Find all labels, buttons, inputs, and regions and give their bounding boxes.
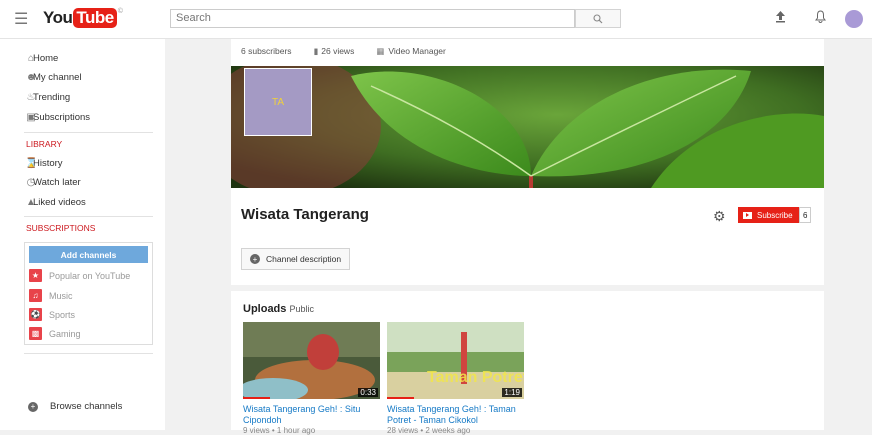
uploads-title: Uploads <box>243 303 287 315</box>
sidebar-item-history[interactable]: ⌛ History <box>25 155 63 171</box>
svg-text:Taman Potret: Taman Potret <box>427 369 524 386</box>
leaf-banner-image <box>231 66 824 188</box>
subscription-label: Gaming <box>49 328 81 339</box>
subscription-label: Popular on YouTube <box>49 270 131 281</box>
browse-channels-link[interactable]: + Browse channels <box>28 401 123 412</box>
video-meta: 28 views • 2 weeks ago <box>387 426 471 435</box>
subscriber-stat: 6 subscribers <box>241 46 292 56</box>
channel-description-button[interactable]: + Channel description <box>241 248 351 270</box>
thumbs-up-icon: ▲ <box>26 196 36 208</box>
views-stat: ▮ 26 views <box>314 46 355 57</box>
video-manager-label: Video Manager <box>388 46 446 56</box>
subscribe-label: Subscribe <box>757 210 793 220</box>
subscriptions-section-title: SUBSCRIPTIONS <box>26 223 96 233</box>
subscribe-button[interactable]: Subscribe <box>738 207 800 223</box>
home-icon: ⌂ <box>27 52 35 64</box>
ball-icon: ⚽ <box>29 308 42 321</box>
sidebar-item-watch-later[interactable]: ◷ Watch later <box>27 174 81 190</box>
search-icon <box>593 13 603 23</box>
video-title[interactable]: Wisata Tangerang Geh! : Situ Cipondoh <box>243 404 380 426</box>
sidebar-item-label: My channel <box>33 71 82 83</box>
account-avatar[interactable] <box>845 10 863 28</box>
top-bar: ☰ You Tube © Search <box>0 0 872 39</box>
sidebar-item-label: Watch later <box>33 176 81 188</box>
music-note-icon: ♫ <box>29 289 42 302</box>
video-thumbnail[interactable]: Taman Potret 1:19 <box>387 322 524 399</box>
video-meta: 9 views • 1 hour ago <box>243 426 316 435</box>
sidebar-divider <box>24 353 153 354</box>
sidebar-divider <box>24 216 153 217</box>
channel-banner: TA <box>231 66 824 188</box>
sidebar-item-label: Liked videos <box>33 196 86 208</box>
upload-icon[interactable] <box>775 11 786 26</box>
menu-icon[interactable]: ☰ <box>14 9 28 29</box>
watch-progress-bar <box>243 397 271 399</box>
uploads-heading: Uploads Public <box>243 303 314 315</box>
channel-avatar-text: TA <box>271 96 285 108</box>
library-section-title: LIBRARY <box>26 139 63 149</box>
video-duration: 1:19 <box>502 388 522 397</box>
browse-channels-label: Browse channels <box>50 401 123 412</box>
sidebar-item-label: History <box>33 157 63 169</box>
guide-sidebar: ⌂ Home ☻ My channel ♨ Trending ▣ Subscri… <box>0 39 165 430</box>
channel-avatar[interactable]: TA <box>244 68 312 136</box>
video-card[interactable]: Taman Potret 1:19 Wisata Tangerang Geh! … <box>387 322 524 435</box>
flame-icon: ♨ <box>26 91 36 103</box>
video-thumbnail[interactable]: 0:33 <box>243 322 380 399</box>
sidebar-item-label: Subscriptions <box>33 111 91 123</box>
search-input[interactable]: Search <box>170 9 575 28</box>
subscriptions-box: Add channels ★ Popular on YouTube ♫ Musi… <box>24 242 153 345</box>
clock-icon: ◷ <box>26 176 36 188</box>
channel-title: Wisata Tangerang <box>241 206 369 223</box>
uploads-visibility: Public <box>289 304 314 314</box>
clapboard-icon: ▦ <box>376 46 385 56</box>
search-button[interactable] <box>575 9 621 28</box>
sidebar-item-liked-videos[interactable]: ▲ Liked videos <box>26 194 86 210</box>
channel-header-card: 6 subscribers ▮26 views ▦Video Manager <box>231 39 824 285</box>
gear-icon[interactable]: ⚙ <box>713 208 726 225</box>
video-title[interactable]: Wisata Tangerang Geh! : Taman Potret - T… <box>387 404 524 426</box>
hourglass-icon: ⌛ <box>25 157 38 169</box>
video-duration: 0:33 <box>358 388 378 397</box>
person-icon: ☻ <box>25 71 37 83</box>
logo-country-mark: © <box>117 8 123 15</box>
logo-tube-text: Tube <box>73 8 117 28</box>
sidebar-item-my-channel[interactable]: ☻ My channel <box>26 69 82 85</box>
sidebar-item-home[interactable]: ⌂ Home <box>28 50 58 66</box>
subscriptions-icon: ▣ <box>26 111 36 123</box>
sidebar-item-trending[interactable]: ♨ Trending <box>27 89 71 105</box>
play-icon <box>743 211 752 219</box>
subscription-item-popular[interactable]: ★ Popular on YouTube <box>29 268 130 283</box>
channel-stats: 6 subscribers ▮ 26 views ▦ Video Manager <box>241 46 468 57</box>
subscriber-count-badge: 6 <box>799 207 812 223</box>
views-stat-label: 26 views <box>321 46 355 56</box>
channel-description-label: Channel description <box>266 254 342 264</box>
subscription-label: Sports <box>49 309 76 320</box>
subscription-item-music[interactable]: ♫ Music <box>29 288 73 303</box>
logo-you-text: You <box>43 8 73 27</box>
sidebar-divider <box>24 132 153 133</box>
sidebar-item-label: Trending <box>33 91 71 103</box>
plus-circle-icon: + <box>28 401 38 412</box>
watch-progress-bar <box>387 397 415 399</box>
subscription-label: Music <box>49 290 73 301</box>
sidebar-item-subscriptions[interactable]: ▣ Subscriptions <box>26 109 91 125</box>
notifications-bell-icon[interactable] <box>815 10 826 26</box>
add-channels-button[interactable]: Add channels <box>29 246 148 263</box>
subscription-item-gaming[interactable]: ▩ Gaming <box>29 326 81 341</box>
subscription-item-sports[interactable]: ⚽ Sports <box>29 307 75 322</box>
plus-circle-icon: + <box>250 254 260 264</box>
video-manager-link[interactable]: ▦ Video Manager <box>376 46 446 57</box>
uploads-section: Uploads Public 0:33 Wisata Tangerang Geh… <box>231 291 824 435</box>
youtube-logo[interactable]: You Tube © <box>43 8 123 28</box>
star-icon: ★ <box>29 269 42 282</box>
bar-chart-icon: ▮ <box>313 46 319 56</box>
video-card[interactable]: 0:33 Wisata Tangerang Geh! : Situ Cipond… <box>243 322 380 435</box>
gamepad-icon: ▩ <box>29 327 42 340</box>
